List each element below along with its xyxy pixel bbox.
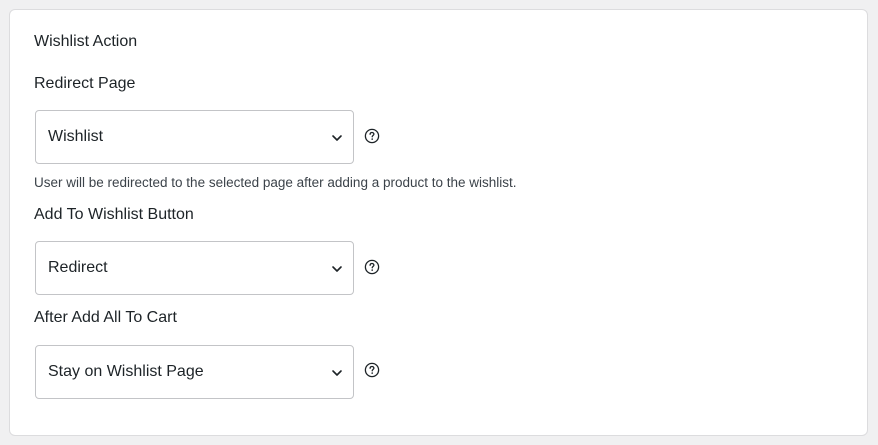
redirect-page-description: User will be redirected to the selected … — [34, 175, 517, 190]
question-circle-icon[interactable] — [364, 259, 380, 275]
after-add-all-to-cart-select[interactable]: Stay on Wishlist Page — [35, 345, 354, 399]
after-add-all-to-cart-value: Stay on Wishlist Page — [48, 363, 204, 380]
add-to-wishlist-button-value: Redirect — [48, 259, 108, 276]
redirect-page-value: Wishlist — [48, 128, 104, 145]
redirect-page-label: Redirect Page — [34, 75, 136, 92]
chevron-down-icon — [332, 370, 342, 376]
after-add-all-to-cart-label: After Add All To Cart — [34, 309, 177, 326]
question-circle-icon[interactable] — [364, 362, 380, 378]
question-circle-icon[interactable] — [364, 128, 380, 144]
redirect-page-select[interactable]: Wishlist — [35, 110, 354, 164]
chevron-down-icon — [332, 135, 342, 141]
chevron-down-icon — [332, 266, 342, 272]
section-title: Wishlist Action — [34, 33, 138, 50]
add-to-wishlist-button-label: Add To Wishlist Button — [34, 206, 194, 223]
wishlist-action-card: Wishlist Action Redirect Page Wishlist U… — [9, 9, 868, 436]
add-to-wishlist-button-select[interactable]: Redirect — [35, 241, 354, 295]
